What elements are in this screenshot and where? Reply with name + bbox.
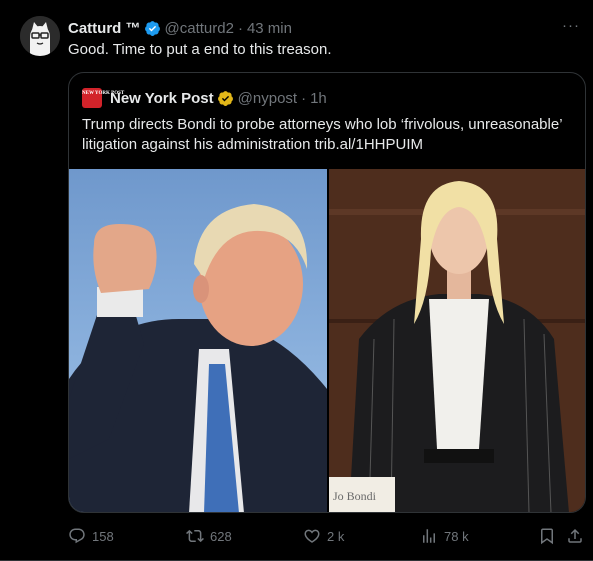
quote-text: Trump directs Bondi to probe attorneys w… [82, 116, 562, 153]
share-icon [568, 528, 582, 543]
quote-media[interactable]: Jo Bondi [69, 169, 585, 512]
more-options-button[interactable]: ··· [559, 16, 583, 40]
quote-header: NEW YORK POST New York Post @nypost · 1h [82, 87, 327, 109]
tweet-header: Catturd ™ @catturd2 · 43 min [68, 18, 292, 38]
quote-author-name[interactable]: New York Post [110, 90, 214, 107]
quote-timestamp[interactable]: 1h [310, 90, 327, 107]
like-button[interactable]: 2 k [303, 525, 344, 547]
heart-icon [304, 529, 320, 543]
bookmark-icon [541, 528, 553, 545]
nypost-logo[interactable]: NEW YORK POST [82, 88, 124, 108]
nameplate-text: Jo Bondi [333, 489, 377, 503]
quote-separator-dot: · [301, 89, 307, 107]
reply-icon [69, 528, 85, 544]
separator-dot: · [237, 19, 243, 37]
share-button[interactable] [566, 525, 584, 547]
tweet-text: Good. Time to put a end to this treason. [68, 41, 332, 58]
cat-avatar-icon [20, 16, 60, 56]
views-count: 78 k [444, 528, 469, 544]
avatar[interactable] [20, 16, 60, 56]
nameplate: Jo Bondi [329, 477, 395, 512]
photo-bondi-illustration [329, 169, 585, 512]
quote-author-handle[interactable]: @nypost [238, 90, 297, 107]
author-handle[interactable]: @catturd2 [165, 20, 234, 37]
photo-trump-illustration [69, 204, 327, 512]
verified-badge-icon [144, 20, 160, 36]
timestamp[interactable]: 43 min [247, 20, 292, 37]
photo-trump[interactable] [69, 169, 327, 512]
gold-verified-badge-icon [217, 90, 233, 106]
repost-icon [186, 529, 204, 543]
repost-button[interactable]: 628 [186, 525, 232, 547]
views-chart-icon [423, 529, 435, 543]
like-count: 2 k [327, 528, 345, 544]
tweet[interactable]: Catturd ™ @catturd2 · 43 min ··· Good. T… [0, 0, 593, 561]
quoted-tweet[interactable]: NEW YORK POST New York Post @nypost · 1h… [68, 72, 586, 513]
repost-count: 628 [210, 528, 232, 544]
bookmark-button[interactable] [538, 525, 556, 547]
reply-count: 158 [92, 528, 114, 544]
views-button[interactable]: 78 k [420, 525, 469, 547]
author-name[interactable]: Catturd ™ [68, 20, 141, 37]
photo-bondi[interactable]: Jo Bondi [329, 169, 585, 512]
reply-button[interactable]: 158 [68, 525, 114, 547]
action-bar: 158 628 2 k 78 k [68, 525, 586, 547]
